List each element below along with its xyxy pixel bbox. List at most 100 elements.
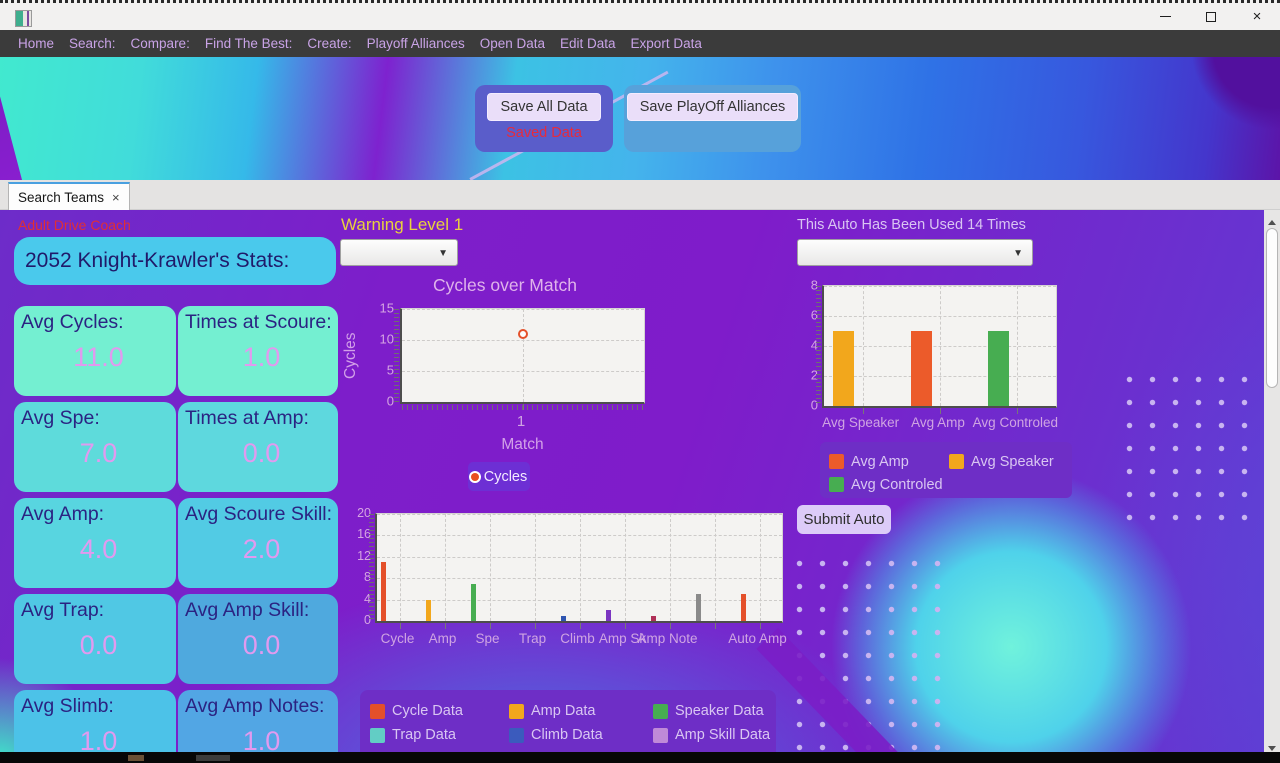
gridline [489,514,491,621]
stat-tile: Avg Scoure Skill: 2.0 [178,498,338,588]
submit-auto-button[interactable]: Submit Auto [797,505,891,534]
team-stats-title: 2052 Knight-Krawler's Stats: [14,237,336,285]
legend-swatch-icon [829,477,844,492]
minimize-button[interactable] [1142,3,1188,30]
save-playoff-panel: Save PlayOff Alliances [624,85,801,152]
stat-label: Avg Cycles: [21,311,124,333]
y-tick-label: 0 [386,393,394,409]
legend-swatch-icon [509,703,524,719]
legend-item: Avg Controled [829,473,949,496]
menu-item[interactable]: Open Data [480,36,545,51]
menu-item[interactable]: Search: [69,36,116,51]
legend-label: Amp Skill Data [675,727,771,743]
save-all-data-button[interactable]: Save All Data [487,93,601,121]
stat-value: 0.0 [242,630,281,660]
stat-tile: Avg Amp Skill: 0.0 [178,594,338,684]
legend-item: Avg Speaker [949,450,1072,473]
x-tick-label: Cycle [380,631,415,646]
legend-swatch-icon [949,454,964,469]
cycles-over-match-chart: Cycles 0 5 10 15 1 Match [340,298,670,463]
gridline [444,514,446,621]
axis-tick [523,404,524,410]
scroll-up-icon[interactable] [1268,216,1276,225]
vertical-scrollbar[interactable] [1264,210,1280,763]
bar-Spe [471,583,476,621]
legend-swatch-icon [653,703,668,719]
app-window: × Home Search: Compare: Find The Best: Creat… [0,0,1280,763]
x-tick-label: 1 [516,413,526,430]
legend-label: Climb Data [531,727,603,743]
gridline [940,286,941,406]
tab-search-teams[interactable]: Search Teams × [8,182,130,210]
minimize-icon [1159,15,1171,18]
gridline [1017,286,1019,406]
gridline [534,514,536,621]
x-tick-label: Amp [428,631,457,646]
legend-label: Speaker Data [675,703,764,719]
y-tick-label: 8 [810,277,818,293]
y-axis-ticks: 0 2 4 6 8 [792,278,818,413]
y-tick-label: 4 [810,337,818,353]
y-tick-label: 0 [810,397,818,413]
cycles-series-toggle[interactable]: Cycles [468,462,530,491]
bottom-edge-bar [0,752,1280,763]
menu-item[interactable]: Find The Best: [205,36,293,51]
gridline [523,309,524,402]
gridline [759,514,761,621]
stat-value: 2.0 [242,534,281,564]
bar-Climb [561,615,566,621]
menu-item[interactable]: Create: [307,36,351,51]
stat-label: Avg Slimb: [21,695,114,717]
axis-tick [489,623,491,629]
x-tick-label: Amp Note [637,631,698,646]
legend-label: Cycle Data [392,703,463,719]
stat-value: 4.0 [79,534,118,564]
saved-status-text: Saved Data [506,125,582,141]
legend-item: Amp Skill Data [653,723,776,747]
legend-label: Trap Data [392,727,456,743]
scrollbar-thumb[interactable] [1265,228,1278,388]
decor-dot-grid [1118,368,1266,528]
legend-item: Avg Amp [829,450,949,473]
y-tick-label: 2 [810,367,818,383]
stats-bar-chart: 0 4 8 12 16 20 Cycle Amp Spe Trap Climb Amp Sk Amp … [345,506,787,660]
menu-item[interactable]: Export Data [631,36,702,51]
plot-area [369,513,783,629]
menu-item[interactable]: Playoff Alliances [367,36,465,51]
coach-note-text: Adult Drive Coach [18,217,131,233]
stat-value: 0.0 [79,630,118,660]
bar-Amp [426,599,431,621]
decor-wedge [0,96,23,180]
scatter-chart-title: Cycles over Match [433,275,577,295]
stat-tile: Avg Amp: 4.0 [14,498,176,588]
gridline [579,514,581,621]
tab-close-icon[interactable]: × [112,190,120,205]
taskbar-artifact [196,755,230,761]
y-axis-ticks: 0 4 8 12 16 20 [345,506,371,627]
bar-Avg Controled [987,331,1009,406]
stat-label: Times at Scoure: [185,311,332,333]
x-tick-label: Avg Amp [911,415,965,430]
legend-item: Cycle Data [370,699,509,723]
stat-value: 7.0 [79,438,118,468]
stat-label: Avg Spe: [21,407,100,429]
series-dot-icon [470,472,479,481]
bar-Avg Amp [910,331,932,406]
axis-tick [444,623,446,629]
axis-tick [714,623,716,629]
close-button[interactable]: × [1234,3,1280,30]
menu-item[interactable]: Compare: [131,36,190,51]
auto-select-dropdown[interactable]: ▼ [797,239,1033,266]
menu-item[interactable]: Edit Data [560,36,616,51]
menu-item[interactable]: Home [18,36,54,51]
maximize-icon [1206,11,1216,22]
y-tick-label: 8 [364,570,371,585]
save-playoff-alliances-button[interactable]: Save PlayOff Alliances [626,93,799,121]
y-tick-label: 10 [379,331,394,347]
legend-label: Avg Amp [851,453,909,470]
warning-level-dropdown[interactable]: ▼ [340,239,458,266]
maximize-button[interactable] [1188,3,1234,30]
x-tick-label: Trap [518,631,547,646]
y-tick-label: 6 [810,307,818,323]
axis-tick [624,623,626,629]
